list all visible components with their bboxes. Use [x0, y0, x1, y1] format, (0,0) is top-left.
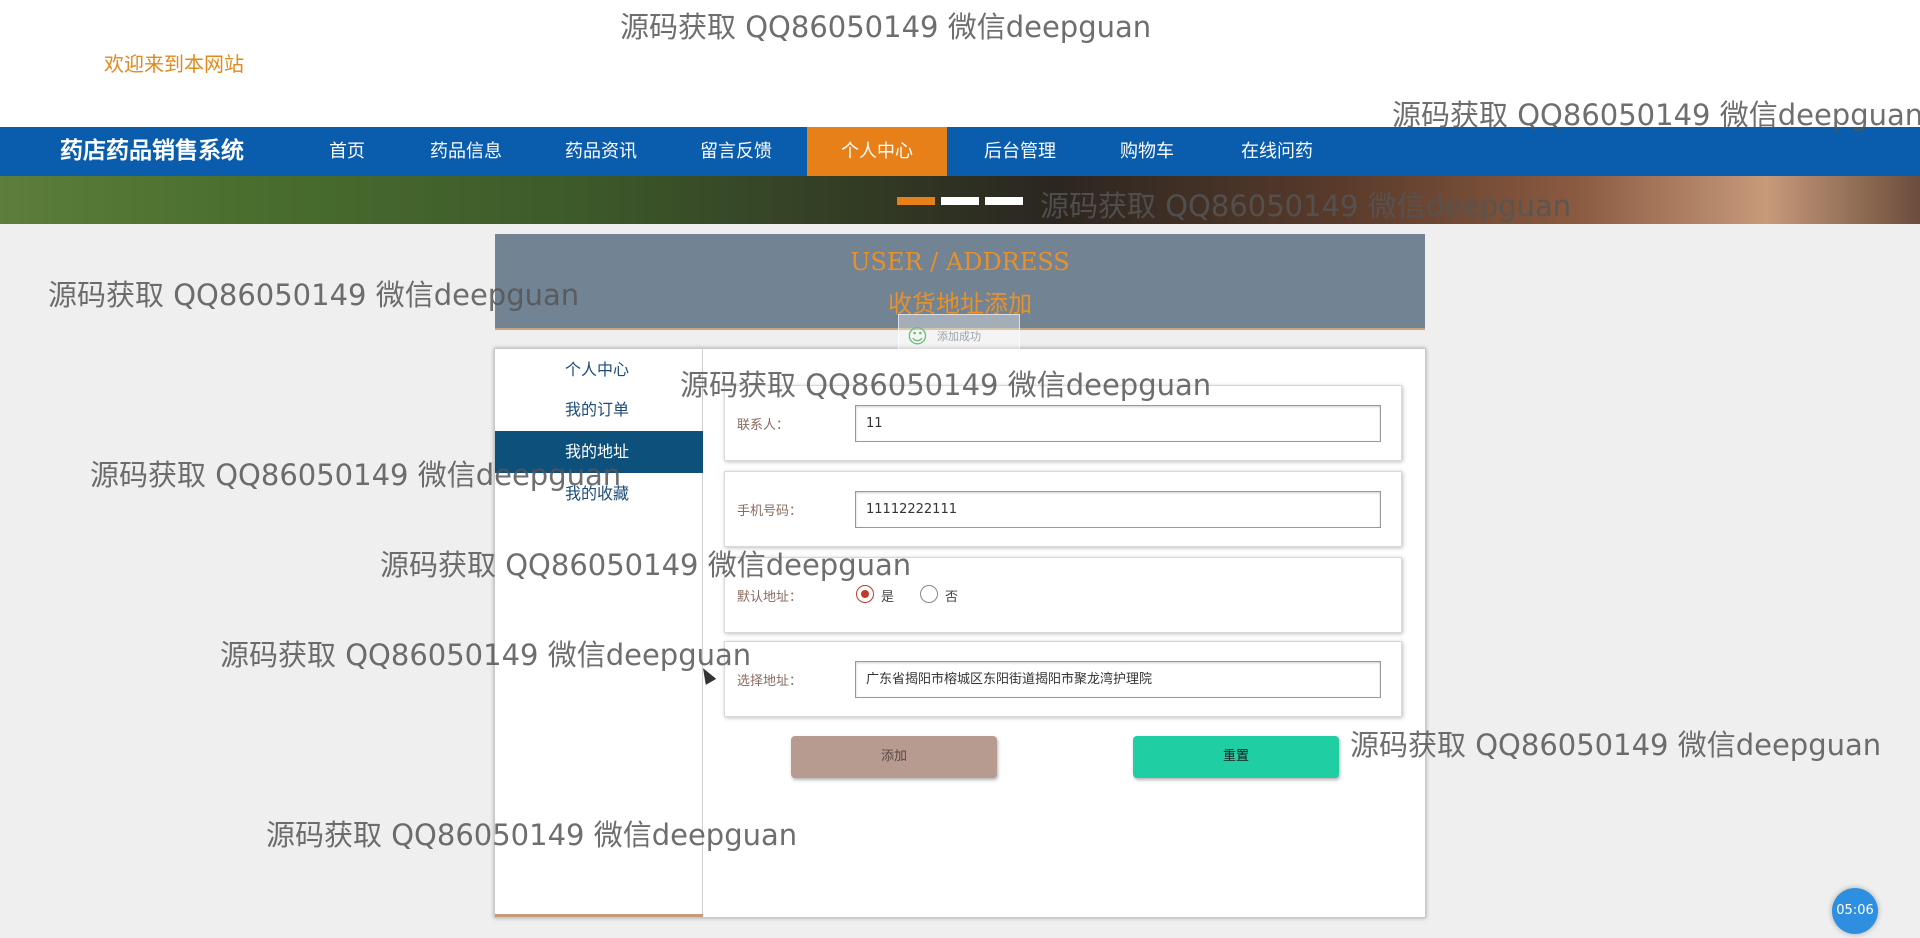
page-title-en: USER / ADDRESS	[850, 248, 1070, 276]
phone-input[interactable]: 11112222111	[855, 491, 1381, 528]
default-address-label: 默认地址：	[737, 590, 803, 605]
address-select-row: 选择地址： 广东省揭阳市榕城区东阳街道揭阳市聚龙湾护理院	[724, 641, 1402, 717]
nav-online-consult[interactable]: 在线问药	[1220, 127, 1334, 176]
carousel-dot-1[interactable]	[897, 197, 935, 205]
sidebar-item-label: 我的订单	[565, 400, 630, 419]
watermark-text: 源码获取 QQ86050149 微信deepguan	[1350, 728, 1882, 762]
watermark-text: 源码获取 QQ86050149 微信deepguan	[266, 818, 798, 852]
carousel-dot-3[interactable]	[985, 197, 1023, 205]
watermark-text: 源码获取 QQ86050149 微信deepguan	[48, 278, 580, 312]
phone-label: 手机号码：	[737, 504, 803, 519]
add-button[interactable]: 添加	[791, 736, 997, 778]
nav-personal-center[interactable]: 个人中心	[807, 127, 947, 176]
sidebar-divider	[495, 914, 703, 917]
nav-admin[interactable]: 后台管理	[966, 127, 1074, 176]
nav-cart[interactable]: 购物车	[1093, 127, 1201, 176]
success-toast: ☺ 添加成功	[898, 314, 1020, 356]
contact-label: 联系人：	[737, 418, 790, 433]
sidebar-item-label: 个人中心	[565, 360, 630, 379]
sidebar-item-personal-center[interactable]: 个人中心	[495, 349, 703, 391]
nav-medicine-info[interactable]: 药品信息	[412, 127, 520, 176]
sidebar-item-orders[interactable]: 我的订单	[495, 389, 703, 431]
address-select-input[interactable]: 广东省揭阳市榕城区东阳街道揭阳市聚龙湾护理院	[855, 661, 1381, 698]
nav-medicine-news[interactable]: 药品资讯	[547, 127, 655, 176]
watermark-text: 源码获取 QQ86050149 微信deepguan	[1392, 98, 1920, 132]
watermark-text: 源码获取 QQ86050149 微信deepguan	[220, 638, 752, 672]
nav-home[interactable]: 首页	[300, 127, 394, 176]
nav-feedback[interactable]: 留言反馈	[682, 127, 790, 176]
contact-input[interactable]: 11	[855, 405, 1381, 442]
radio-no[interactable]	[920, 585, 938, 603]
carousel-dot-2[interactable]	[941, 197, 979, 205]
watermark-text: 源码获取 QQ86050149 微信deepguan	[680, 368, 1212, 402]
reset-button[interactable]: 重置	[1133, 736, 1339, 778]
main-navbar: 药店药品销售系统 首页 药品信息 药品资讯 留言反馈 个人中心 后台管理 购物车…	[0, 127, 1920, 176]
toast-text: 添加成功	[937, 330, 981, 343]
radio-yes-label: 是	[881, 590, 895, 605]
smile-icon: ☺	[907, 324, 928, 348]
watermark-text: 源码获取 QQ86050149 微信deepguan	[1040, 189, 1572, 223]
radio-no-label: 否	[945, 590, 959, 605]
welcome-text: 欢迎来到本网站	[104, 52, 244, 76]
radio-yes[interactable]	[856, 585, 874, 603]
watermark-text: 源码获取 QQ86050149 微信deepguan	[380, 548, 912, 582]
phone-row: 手机号码： 11112222111	[724, 471, 1402, 547]
watermark-text: 源码获取 QQ86050149 微信deepguan	[90, 458, 622, 492]
site-brand[interactable]: 药店药品销售系统	[60, 127, 244, 176]
clock-badge: 05:06	[1832, 888, 1878, 934]
radio-selected-dot	[861, 590, 869, 598]
watermark-text: 源码获取 QQ86050149 微信deepguan	[620, 10, 1152, 44]
